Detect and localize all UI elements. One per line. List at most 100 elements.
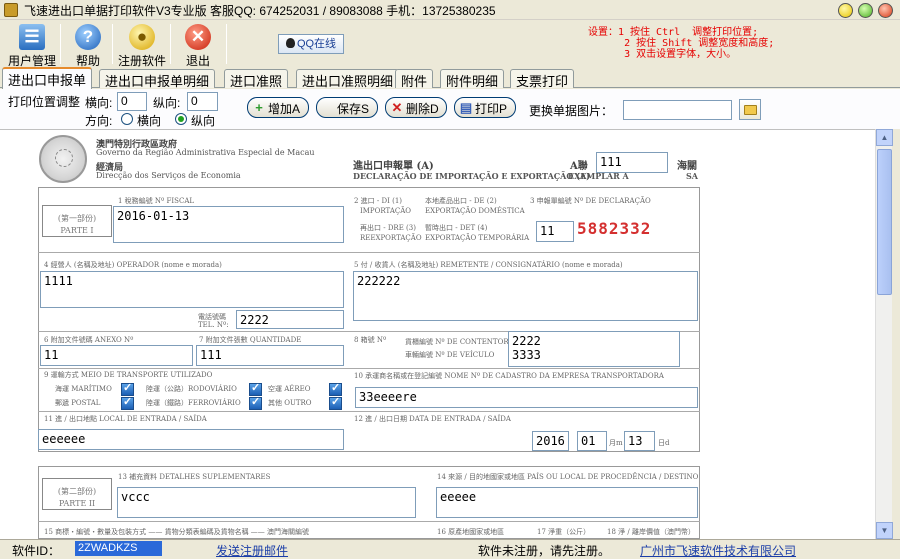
part-1-cn: (第一部份) bbox=[57, 214, 97, 223]
container-vehicle-field[interactable]: 2222 3333 bbox=[508, 331, 680, 367]
transport-other-label: 其他 OUTRO bbox=[268, 399, 312, 407]
help-button[interactable]: ? 帮助 bbox=[62, 22, 114, 68]
minimize-button[interactable] bbox=[838, 3, 853, 18]
box8-label: 8 箱號 Nº bbox=[354, 336, 387, 344]
add-button[interactable]: + 增加A bbox=[247, 97, 309, 118]
box3-label: 3 申報單編號 Nº DE DECLARAÇÃO bbox=[530, 197, 651, 205]
software-id-field[interactable]: 2ZWADKZS bbox=[75, 541, 162, 556]
direction-vertical-label: 纵向 bbox=[191, 114, 216, 128]
declaration-prefix-field[interactable]: 11 bbox=[536, 221, 574, 242]
origin-field[interactable]: eeeee bbox=[436, 487, 698, 518]
direction-horizontal-label: 横向 bbox=[137, 114, 162, 128]
tab-declaration[interactable]: 进出口申报单 bbox=[2, 67, 93, 89]
horizontal-offset-input[interactable]: 0 bbox=[117, 92, 147, 111]
delete-label: 删除D bbox=[406, 102, 439, 116]
form-divider bbox=[38, 521, 700, 522]
print-button[interactable]: ▤ 打印P bbox=[454, 97, 516, 118]
scroll-down-icon[interactable]: ▼ bbox=[876, 522, 893, 539]
box13-label: 13 補充資料 DETALHES SUPLEMENTARES bbox=[118, 473, 271, 481]
part-2-label: (第二部份) PARTE II bbox=[42, 478, 112, 510]
box5-label: 5 付 / 收貨人 (名稱及地址) REMETENTE / CONSIGNATÁ… bbox=[354, 261, 623, 269]
day-label: 日d bbox=[658, 439, 670, 447]
send-register-email-link[interactable]: 发送注册邮件 bbox=[216, 542, 288, 559]
direction-horizontal-radio[interactable] bbox=[121, 113, 133, 125]
add-label: 增加A bbox=[268, 102, 301, 116]
transport-other-checkbox[interactable] bbox=[329, 395, 342, 410]
toolbar-separator bbox=[170, 24, 171, 64]
settings-line-2: 2 按住 Shift 调整宽度和高度; bbox=[588, 38, 775, 49]
transport-rail-checkbox[interactable] bbox=[249, 395, 262, 410]
transport-maritime-label: 海運 MARÍTIMO bbox=[55, 385, 112, 393]
save-label: 保存S bbox=[337, 102, 370, 116]
tel-field[interactable]: 2222 bbox=[236, 310, 344, 329]
scroll-up-icon[interactable]: ▲ bbox=[876, 129, 893, 146]
software-id-label: 软件ID： bbox=[12, 544, 61, 558]
box2-temporary: 暫時出口 - DET (4) bbox=[425, 224, 488, 232]
tab-import-license[interactable]: 进口准照 bbox=[224, 69, 289, 89]
entry-day-field[interactable]: 13 bbox=[624, 431, 655, 451]
direction-label: 方向: bbox=[85, 114, 113, 128]
box2-import-pt: IMPORTAÇÃO bbox=[360, 207, 412, 215]
consignee-field[interactable]: 222222 bbox=[353, 271, 698, 321]
transport-postal-label: 郵遞 POSTAL bbox=[55, 399, 101, 407]
vertical-scrollbar[interactable]: ▲ ▼ bbox=[875, 129, 893, 539]
supplementary-field[interactable]: vccc bbox=[117, 487, 416, 518]
exit-button[interactable]: ✕ 退出 bbox=[172, 22, 224, 68]
browse-folder-button[interactable] bbox=[739, 99, 761, 120]
quantity-field[interactable]: 111 bbox=[196, 345, 344, 366]
save-button[interactable]: 保存S bbox=[316, 97, 378, 118]
user-management-label: 用户管理 bbox=[7, 54, 56, 68]
scroll-thumb[interactable] bbox=[877, 149, 892, 295]
settings-line-1: 设置：1 按住 Ctrl 调整打印位置; bbox=[588, 27, 759, 38]
entry-place-field[interactable]: eeeeee bbox=[38, 429, 344, 450]
annex-number-field[interactable]: 11 bbox=[40, 345, 193, 366]
fiscal-number-field[interactable]: 2016-01-13 bbox=[113, 206, 344, 243]
delete-icon: ✕ bbox=[391, 100, 403, 115]
delete-button[interactable]: ✕ 删除D bbox=[385, 97, 447, 118]
save-icon bbox=[321, 101, 335, 115]
month-label: 月m bbox=[609, 439, 623, 447]
container-label: 貨櫃編號 Nº DE CONTENTOR bbox=[405, 338, 509, 346]
box2-domestic-pt: EXPORTAÇÃO DOMÉSTICA bbox=[425, 207, 525, 215]
maximize-button[interactable] bbox=[858, 3, 873, 18]
tab-attachment[interactable]: 附件 bbox=[395, 69, 434, 89]
vertical-offset-input[interactable]: 0 bbox=[187, 92, 218, 111]
transport-postal-checkbox[interactable] bbox=[121, 395, 134, 410]
user-management-button[interactable]: ☰ 用户管理 bbox=[6, 22, 58, 68]
image-path-input[interactable] bbox=[623, 100, 732, 120]
tab-declaration-detail[interactable]: 进出口申报单明细 bbox=[99, 69, 216, 89]
box7-label: 7 附加文件張數 QUANTIDADE bbox=[199, 336, 302, 344]
exit-icon: ✕ bbox=[185, 24, 211, 50]
folder-icon bbox=[744, 105, 757, 115]
printer-icon: ▤ bbox=[459, 100, 473, 115]
app-icon bbox=[4, 3, 18, 17]
carrier-field[interactable]: 33eeeere bbox=[355, 387, 698, 408]
part-2-cn: (第二部份) bbox=[57, 487, 97, 496]
box2-temporary-pt: EXPORTAÇÃO TEMPORÁRIA bbox=[425, 234, 530, 242]
transport-road-label: 陸運（公路）RODOVIÁRIO bbox=[146, 385, 237, 393]
entry-year-field[interactable]: 2016 bbox=[532, 431, 569, 451]
copy-number-field[interactable]: 111 bbox=[596, 152, 668, 173]
direction-vertical-radio[interactable] bbox=[175, 113, 187, 125]
form-title-pt: DECLARAÇÃO DE IMPORTAÇÃO E EXPORTAÇÃO (A… bbox=[353, 171, 590, 181]
settings-line-3: 3 双击设置字体，大小。 bbox=[588, 49, 737, 60]
copy-label: A聯 bbox=[570, 161, 588, 172]
qq-online-button[interactable]: QQ在线 bbox=[278, 34, 344, 54]
close-window-button[interactable] bbox=[878, 3, 893, 18]
declaration-number: 5882332 bbox=[577, 219, 652, 238]
register-software-button[interactable]: ● 注册软件 bbox=[116, 22, 168, 68]
company-link[interactable]: 广州市飞速软件技术有限公司 bbox=[640, 542, 796, 559]
tab-cheque-print[interactable]: 支票打印 bbox=[510, 69, 575, 89]
tab-attachment-detail[interactable]: 附件明细 bbox=[440, 69, 505, 89]
part-1-pt: PARTE I bbox=[60, 226, 94, 235]
bureau-name-pt: Direcção dos Serviços de Economia bbox=[96, 171, 241, 180]
register-label: 注册软件 bbox=[117, 54, 166, 68]
transport-air-label: 空運 AÉREO bbox=[268, 385, 311, 393]
box11-label: 11 進 / 出口地點 LOCAL DE ENTRADA / SAÍDA bbox=[44, 415, 207, 423]
box17-label: 17 淨重（公斤） bbox=[537, 528, 591, 536]
box9-label: 9 運輸方式 MEIO DE TRANSPORTE UTILIZADO bbox=[44, 371, 213, 379]
box2-import: 2 進口 - DI (1) bbox=[354, 197, 403, 205]
operator-field[interactable]: 1111 bbox=[40, 271, 344, 308]
tab-license-detail[interactable]: 进出口准照明细 bbox=[296, 69, 400, 89]
entry-month-field[interactable]: 01 bbox=[577, 431, 607, 451]
